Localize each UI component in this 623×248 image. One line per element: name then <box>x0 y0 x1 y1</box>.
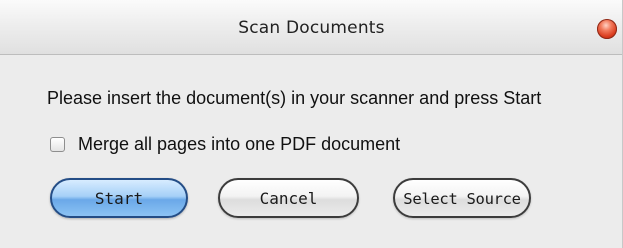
start-button[interactable]: Start <box>50 178 188 218</box>
merge-checkbox[interactable] <box>50 137 65 152</box>
instruction-message: Please insert the document(s) in your sc… <box>47 88 542 108</box>
select-source-button[interactable]: Select Source <box>393 178 531 218</box>
title-bar[interactable]: Scan Documents <box>0 0 622 55</box>
cancel-button[interactable]: Cancel <box>218 178 359 218</box>
merge-checkbox-label[interactable]: Merge all pages into one PDF document <box>78 134 400 155</box>
scan-documents-window: Scan Documents Please insert the documen… <box>0 0 623 248</box>
window-title: Scan Documents <box>238 18 385 38</box>
close-icon[interactable] <box>597 19 617 39</box>
